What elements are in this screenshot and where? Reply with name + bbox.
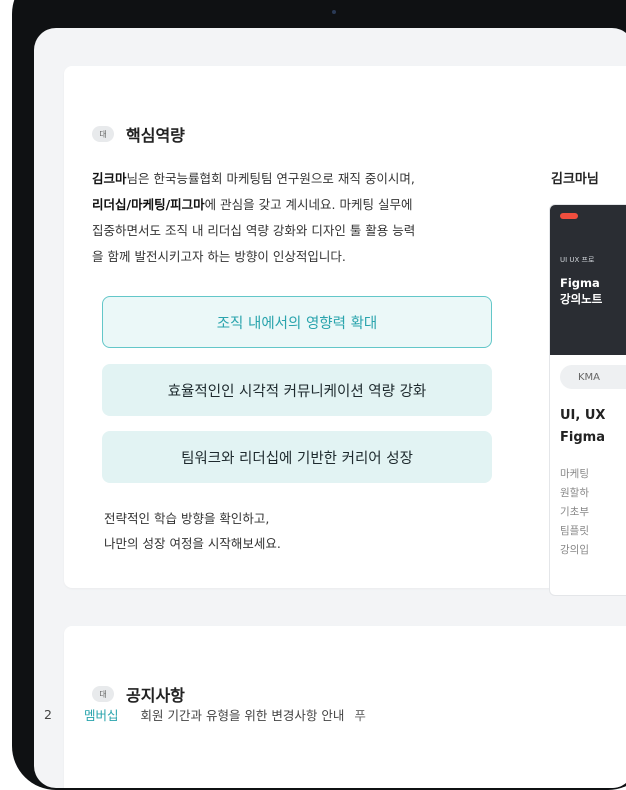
notice-section-title: 공지사항 bbox=[126, 686, 185, 705]
thumbnail-title-line-2: 강의노트 bbox=[560, 292, 603, 306]
course-title-line-1: UI, UX bbox=[560, 408, 606, 423]
outro-line-1: 전략적인 학습 방향을 확인하고, bbox=[104, 511, 270, 526]
thumbnail-title-line-1: Figma bbox=[560, 276, 600, 290]
desc-line: 강의입 bbox=[560, 544, 589, 556]
course-description: 마케팅 원할하 기초부 팀플릿 강의입 bbox=[560, 465, 589, 560]
provider-badge: KMA bbox=[560, 365, 626, 389]
course-title: UI, UX Figma bbox=[560, 405, 605, 449]
outro-line-2: 나만의 성장 여정을 시작해보세요. bbox=[104, 536, 281, 551]
course-title-line-2: Figma bbox=[560, 430, 605, 445]
course-thumbnail: UI UX 프로 Figma 강의노트 bbox=[550, 205, 626, 355]
desc-line: 팀플릿 bbox=[560, 525, 589, 537]
section-icon: 대 bbox=[92, 686, 114, 702]
intro-line-1: 님은 한국능률협회 마케팅팀 연구원으로 재직 중이시며, bbox=[126, 171, 415, 186]
intro-paragraph: 김크마님은 한국능률협회 마케팅팀 연구원으로 재직 중이시며, 리더십/마케팅… bbox=[92, 166, 532, 270]
thumbnail-category: UI UX 프로 bbox=[560, 256, 595, 264]
user-interests: 리더십/마케팅/피그마 bbox=[92, 197, 205, 212]
notice-category: 멤버십 bbox=[84, 708, 119, 723]
course-card[interactable]: UI UX 프로 Figma 강의노트 KMA UI, UX Figma 마케팅… bbox=[549, 204, 626, 596]
core-competency-card: 대 핵심역량 김크마님은 한국능률협회 마케팅팀 연구원으로 재직 중이시며, … bbox=[64, 66, 626, 596]
notice-number: 2 bbox=[44, 707, 52, 722]
intro-line-3: 집중하면서도 조직 내 리더십 역량 강화와 디자인 툴 활용 능력 bbox=[92, 223, 416, 238]
intro-line-4: 을 함께 발전시키고자 하는 방향이 인상적입니다. bbox=[92, 249, 346, 264]
desc-line: 마케팅 bbox=[560, 468, 589, 480]
goal-label: 팀워크와 리더십에 기반한 커리어 성장 bbox=[181, 450, 413, 467]
goal-label: 조직 내에서의 영향력 확대 bbox=[216, 315, 378, 332]
goal-label: 효율적인인 시각적 커뮤니케이션 역량 강화 bbox=[167, 383, 427, 400]
camera-dot bbox=[332, 10, 336, 14]
thumbnail-title: Figma 강의노트 bbox=[560, 275, 602, 307]
notice-row[interactable]: 2 멤버십 회원 기간과 유형을 위한 변경사항 안내 푸 bbox=[44, 705, 366, 724]
notice-title: 회원 기간과 유형을 위한 변경사항 안내 bbox=[140, 708, 345, 723]
goal-option-influence[interactable]: 조직 내에서의 영향력 확대 bbox=[102, 296, 492, 348]
goal-option-teamwork-leadership[interactable]: 팀워크와 리더십에 기반한 커리어 성장 bbox=[102, 431, 492, 483]
desc-line: 기초부 bbox=[560, 506, 589, 518]
user-name: 김크마 bbox=[92, 171, 127, 186]
intro-line-2: 에 관심을 갖고 계시네요. 마케팅 실무에 bbox=[204, 197, 413, 212]
section-icon: 대 bbox=[92, 126, 114, 142]
outro-text: 전략적인 학습 방향을 확인하고, 나만의 성장 여정을 시작해보세요. bbox=[104, 506, 281, 556]
desc-line: 원할하 bbox=[560, 487, 589, 499]
thumbnail-badge-dot bbox=[560, 213, 578, 219]
goal-option-visual-communication[interactable]: 효율적인인 시각적 커뮤니케이션 역량 강화 bbox=[102, 364, 492, 416]
core-section-header: 대 핵심역량 bbox=[92, 122, 185, 146]
notice-section-header: 대 공지사항 bbox=[92, 682, 185, 706]
tablet-screen: 대 핵심역량 김크마님은 한국능률협회 마케팅팀 연구원으로 재직 중이시며, … bbox=[34, 28, 626, 788]
core-section-title: 핵심역량 bbox=[126, 126, 185, 145]
pin-icon: 푸 bbox=[354, 708, 366, 723]
recommend-title: 김크마님 bbox=[551, 172, 599, 187]
